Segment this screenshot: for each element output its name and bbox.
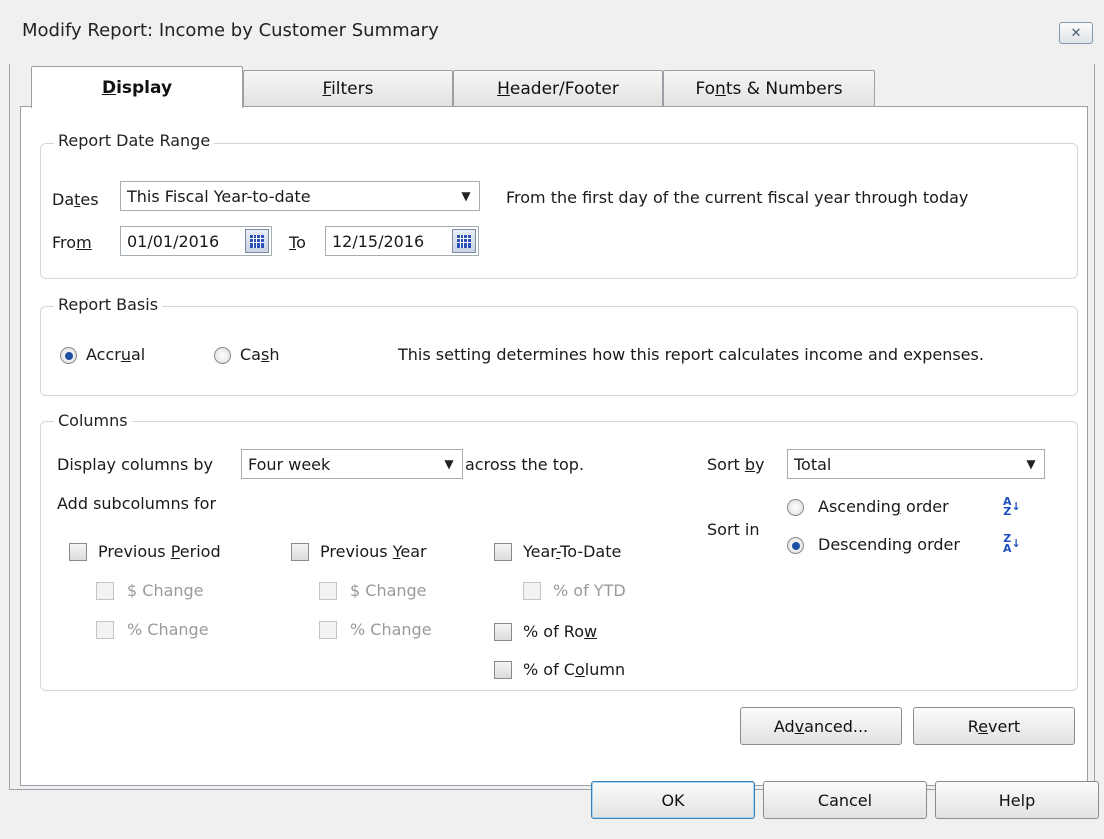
cancel-button-label: Cancel bbox=[817, 790, 873, 810]
ascending-radio[interactable] bbox=[787, 499, 804, 516]
accrual-radio[interactable] bbox=[60, 347, 77, 364]
year-to-date-checkbox[interactable] bbox=[494, 543, 512, 561]
ok-button-label: OK bbox=[661, 790, 685, 810]
tab-display-label: Display bbox=[101, 77, 173, 98]
report-date-range-label: Report Date Range bbox=[54, 131, 215, 150]
to-date-value: 12/15/2016 bbox=[332, 231, 425, 251]
descending-label: Descending order bbox=[818, 535, 960, 554]
dates-label: Dates bbox=[52, 190, 99, 209]
chevron-down-icon: ▼ bbox=[1026, 457, 1036, 471]
percent-change-label: % Change bbox=[127, 620, 209, 639]
sort-in-label: Sort in bbox=[707, 520, 760, 539]
ok-button[interactable]: OK bbox=[591, 781, 755, 819]
percent-of-row-label: % of Row bbox=[523, 622, 598, 641]
chevron-down-icon: ▼ bbox=[444, 457, 454, 471]
dollar-change-label: $ Change bbox=[350, 581, 427, 600]
tab-header-footer-label: Header/Footer bbox=[497, 78, 619, 99]
display-columns-by-label: Display columns by bbox=[57, 455, 214, 474]
frame-border-left bbox=[9, 64, 10, 790]
frame-border-right bbox=[1094, 64, 1095, 790]
tab-display[interactable]: Display bbox=[31, 66, 243, 108]
sort-descending-icon[interactable]: ZA ↓ bbox=[1003, 533, 1021, 554]
to-date-field[interactable]: 12/15/2016 bbox=[325, 226, 479, 256]
percent-of-ytd-checkbox[interactable] bbox=[523, 582, 541, 600]
cash-label: Cash bbox=[240, 345, 280, 364]
calendar-icon[interactable] bbox=[452, 229, 476, 253]
display-columns-value: Four week bbox=[248, 454, 331, 474]
calendar-icon[interactable] bbox=[245, 229, 269, 253]
chevron-down-icon: ▼ bbox=[461, 189, 471, 203]
dates-dropdown-value: This Fiscal Year-to-date bbox=[127, 186, 311, 206]
tab-header-footer[interactable]: Header/Footer bbox=[453, 70, 663, 106]
ascending-label: Ascending order bbox=[818, 497, 949, 516]
from-date-field[interactable]: 01/01/2016 bbox=[120, 226, 272, 256]
tab-fonts-numbers-label: Fonts & Numbers bbox=[695, 78, 843, 99]
report-basis-label: Report Basis bbox=[54, 295, 163, 314]
help-button[interactable]: Help bbox=[935, 781, 1099, 819]
sort-by-value: Total bbox=[794, 454, 832, 474]
from-label: From bbox=[52, 233, 92, 252]
across-top-label: across the top. bbox=[465, 455, 585, 474]
sort-ascending-icon[interactable]: AZ ↓ bbox=[1003, 496, 1021, 517]
percent-change-checkbox[interactable] bbox=[96, 621, 114, 639]
sort-by-label: Sort by bbox=[707, 455, 765, 474]
year-to-date-label: Year-To-Date bbox=[523, 542, 622, 561]
descending-radio[interactable] bbox=[787, 537, 804, 554]
percent-of-ytd-label: % of YTD bbox=[553, 581, 626, 600]
columns-label: Columns bbox=[54, 411, 132, 430]
dollar-change-checkbox[interactable] bbox=[96, 582, 114, 600]
radio-selected-dot bbox=[791, 541, 800, 550]
previous-period-label: Previous Period bbox=[98, 542, 221, 561]
frame-border-bottom bbox=[9, 789, 1095, 790]
close-icon: ✕ bbox=[1070, 25, 1082, 41]
window-title: Modify Report: Income by Customer Summar… bbox=[22, 20, 439, 41]
previous-year-label: Previous Year bbox=[320, 542, 427, 561]
tab-fonts-numbers[interactable]: Fonts & Numbers bbox=[663, 70, 875, 106]
accrual-label: Accrual bbox=[86, 345, 146, 364]
add-subcolumns-label: Add subcolumns for bbox=[57, 494, 217, 513]
percent-of-column-checkbox[interactable] bbox=[494, 661, 512, 679]
sort-by-dropdown[interactable]: Total ▼ bbox=[787, 449, 1045, 479]
basis-description: This setting determines how this report … bbox=[398, 345, 984, 364]
revert-button-label: Revert bbox=[967, 716, 1021, 736]
from-date-value: 01/01/2016 bbox=[127, 231, 220, 251]
dates-dropdown[interactable]: This Fiscal Year-to-date ▼ bbox=[120, 181, 480, 211]
tab-filters-label: Filters bbox=[322, 78, 374, 99]
report-date-range-group bbox=[40, 143, 1078, 279]
percent-of-row-checkbox[interactable] bbox=[494, 623, 512, 641]
dollar-change-label: $ Change bbox=[127, 581, 204, 600]
cash-radio[interactable] bbox=[214, 347, 231, 364]
advanced-button[interactable]: Advanced... bbox=[740, 707, 902, 745]
date-range-description: From the first day of the current fiscal… bbox=[506, 188, 969, 207]
percent-of-column-label: % of Column bbox=[523, 660, 626, 679]
display-columns-dropdown[interactable]: Four week ▼ bbox=[241, 449, 463, 479]
previous-period-checkbox[interactable] bbox=[69, 543, 87, 561]
percent-change-checkbox[interactable] bbox=[319, 621, 337, 639]
close-button[interactable]: ✕ bbox=[1059, 22, 1093, 44]
percent-change-label: % Change bbox=[350, 620, 432, 639]
help-button-label: Help bbox=[998, 790, 1036, 810]
cancel-button[interactable]: Cancel bbox=[763, 781, 927, 819]
previous-year-checkbox[interactable] bbox=[291, 543, 309, 561]
advanced-button-label: Advanced... bbox=[773, 716, 869, 736]
tab-filters[interactable]: Filters bbox=[243, 70, 453, 106]
revert-button[interactable]: Revert bbox=[913, 707, 1075, 745]
radio-selected-dot bbox=[64, 351, 73, 360]
to-label: To bbox=[289, 233, 306, 252]
dollar-change-checkbox[interactable] bbox=[319, 582, 337, 600]
title-bar: Modify Report: Income by Customer Summar… bbox=[0, 0, 1104, 64]
